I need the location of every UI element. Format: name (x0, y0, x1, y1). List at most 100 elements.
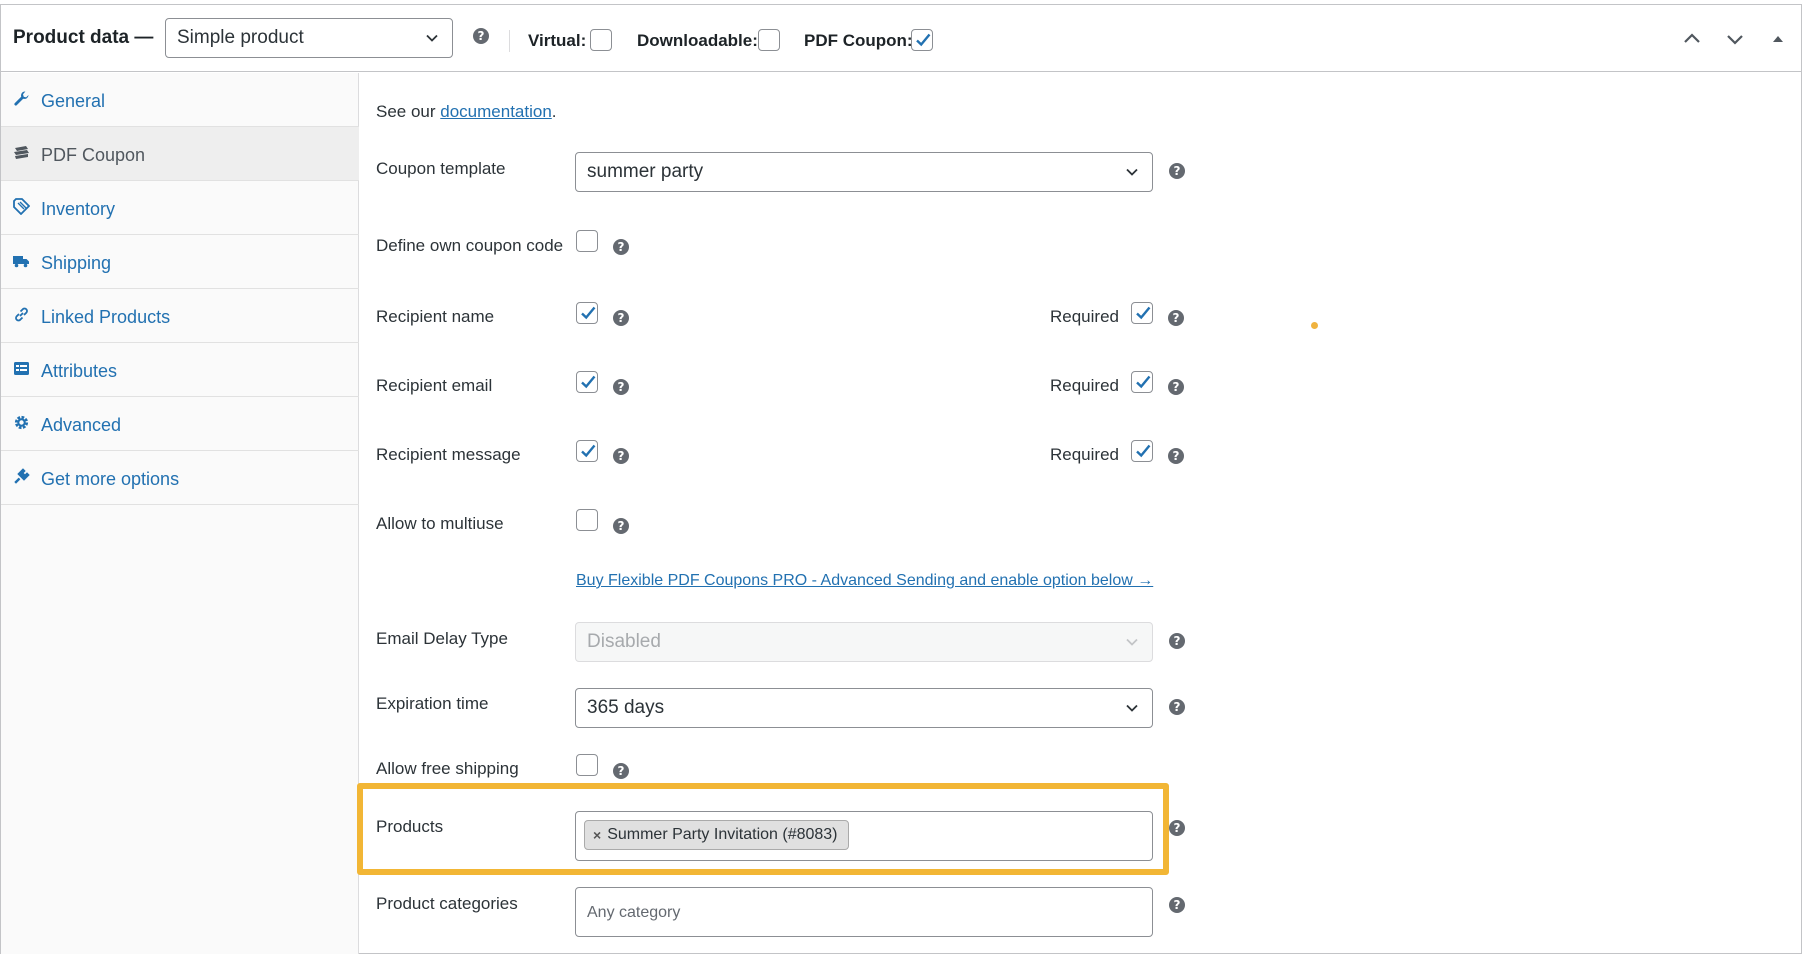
expiration-value: 365 days (587, 697, 665, 718)
recipient-email-help-icon[interactable]: ? (613, 379, 629, 395)
tab-label: Attributes (41, 361, 118, 381)
recipient-name-checkbox[interactable] (576, 302, 598, 324)
panel-title: Product data — (13, 27, 154, 48)
categories-help-icon[interactable]: ? (1169, 897, 1185, 913)
products-highlight-frame (357, 783, 1169, 875)
checkmark-icon (581, 375, 596, 389)
checkmark-icon (1136, 444, 1151, 458)
product-type-value: Simple product (177, 27, 304, 48)
checkmark-icon (581, 444, 596, 458)
tab-shipping[interactable]: Shipping (1, 235, 359, 289)
email-delay-help-icon[interactable]: ? (1169, 633, 1185, 649)
tab-advanced[interactable]: Advanced (1, 397, 359, 451)
email-delay-label: Email Delay Type (376, 629, 508, 648)
product-data-tabs: General PDF Coupon Inventory Shipping Li… (1, 73, 359, 954)
products-help-icon[interactable]: ? (1169, 820, 1185, 836)
chevron-down-icon (1126, 638, 1138, 646)
recipient-name-help-icon[interactable]: ? (613, 310, 629, 326)
list-card-icon (14, 362, 29, 375)
define-code-checkbox[interactable] (576, 230, 598, 252)
email-delay-value: Disabled (587, 631, 661, 652)
link-icon (15, 307, 28, 322)
free-shipping-label: Allow free shipping (376, 759, 519, 778)
move-up-icon[interactable] (1681, 28, 1703, 50)
chevron-down-icon (1126, 704, 1138, 712)
categories-placeholder: Any category (587, 904, 681, 921)
tab-linked-products[interactable]: Linked Products (1, 289, 359, 343)
downloadable-label: Downloadable: (637, 31, 758, 50)
categories-input[interactable]: Any category (575, 887, 1153, 937)
coupon-template-select[interactable]: summer party (575, 152, 1153, 192)
categories-label: Product categories (376, 894, 518, 913)
documentation-note: See our documentation. (376, 102, 557, 122)
tab-get-more-options[interactable]: Get more options (1, 451, 359, 505)
chevron-down-icon (426, 34, 438, 42)
tab-attributes[interactable]: Attributes (1, 343, 359, 397)
virtual-label: Virtual: (528, 31, 587, 50)
recipient-message-required-label: Required (1050, 445, 1119, 464)
recipient-message-checkbox[interactable] (576, 440, 598, 462)
product-type-help-icon[interactable]: ? (473, 28, 489, 44)
checkmark-icon (581, 306, 596, 320)
free-shipping-checkbox[interactable] (576, 754, 598, 776)
allow-multiuse-checkbox[interactable] (576, 509, 598, 531)
tab-label: Get more options (41, 469, 180, 489)
recipient-email-required-help-icon[interactable]: ? (1168, 379, 1184, 395)
pdf-coupon-checkbox[interactable] (911, 29, 933, 51)
email-delay-select: Disabled (575, 622, 1153, 662)
expiration-select[interactable]: 365 days (575, 688, 1153, 728)
recipient-message-required-help-icon[interactable]: ? (1168, 448, 1184, 464)
coupon-template-label: Coupon template (376, 159, 506, 178)
wrench-icon (14, 91, 29, 106)
recipient-message-help-icon[interactable]: ? (613, 448, 629, 464)
truck-icon (13, 256, 29, 268)
expiration-help-icon[interactable]: ? (1169, 699, 1185, 715)
gear-icon (14, 415, 29, 430)
buy-pro-link[interactable]: Buy Flexible PDF Coupons PRO - Advanced … (576, 572, 1153, 590)
documentation-prefix: See our (376, 102, 441, 121)
allow-multiuse-label: Allow to multiuse (376, 514, 504, 533)
documentation-suffix: . (551, 102, 557, 121)
recipient-message-required-checkbox[interactable] (1131, 440, 1153, 462)
recipient-name-required-help-icon[interactable]: ? (1168, 310, 1184, 326)
downloadable-checkbox[interactable] (758, 29, 780, 51)
tab-label: Inventory (41, 199, 116, 219)
product-data-header: Product data — Simple product ? Virtual:… (1, 5, 1801, 72)
recipient-email-checkbox[interactable] (576, 371, 598, 393)
recipient-email-label: Recipient email (376, 376, 493, 395)
collapse-toggle-icon[interactable] (1767, 28, 1789, 50)
free-shipping-help-icon[interactable]: ? (613, 763, 629, 779)
checkmark-icon (916, 33, 931, 47)
recipient-email-required-label: Required (1050, 376, 1119, 395)
move-down-icon[interactable] (1724, 28, 1746, 50)
tab-label: Advanced (41, 415, 122, 435)
define-code-help-icon[interactable]: ? (613, 239, 629, 255)
coupon-template-value: summer party (587, 161, 704, 182)
recipient-name-required-checkbox[interactable] (1131, 302, 1153, 324)
checkmark-icon (1136, 375, 1151, 389)
recipient-email-required-checkbox[interactable] (1131, 371, 1153, 393)
virtual-checkbox[interactable] (590, 29, 612, 51)
pdf-coupon-label: PDF Coupon: (804, 31, 913, 50)
documentation-link[interactable]: documentation (440, 102, 552, 121)
tab-general[interactable]: General (1, 73, 359, 127)
define-code-label: Define own coupon code (376, 236, 564, 255)
header-divider (509, 30, 510, 52)
tab-label: General (41, 91, 106, 111)
tag-icon (13, 198, 30, 215)
plug-icon (14, 468, 30, 484)
tab-inventory[interactable]: Inventory (1, 181, 359, 235)
coupon-template-help-icon[interactable]: ? (1169, 163, 1185, 179)
product-type-select[interactable]: Simple product (165, 18, 453, 58)
tab-pdf-coupon[interactable]: PDF Coupon (1, 127, 359, 181)
recipient-message-label: Recipient message (376, 445, 521, 464)
chevron-down-icon (1126, 168, 1138, 176)
recipient-name-label: Recipient name (376, 307, 495, 326)
recipient-name-required-label: Required (1050, 307, 1119, 326)
tab-label: PDF Coupon (41, 145, 146, 165)
checkmark-icon (1136, 306, 1151, 320)
expiration-label: Expiration time (376, 694, 489, 713)
coupon-stack-icon (14, 146, 29, 159)
allow-multiuse-help-icon[interactable]: ? (613, 518, 629, 534)
cursor-dot (1311, 322, 1318, 329)
